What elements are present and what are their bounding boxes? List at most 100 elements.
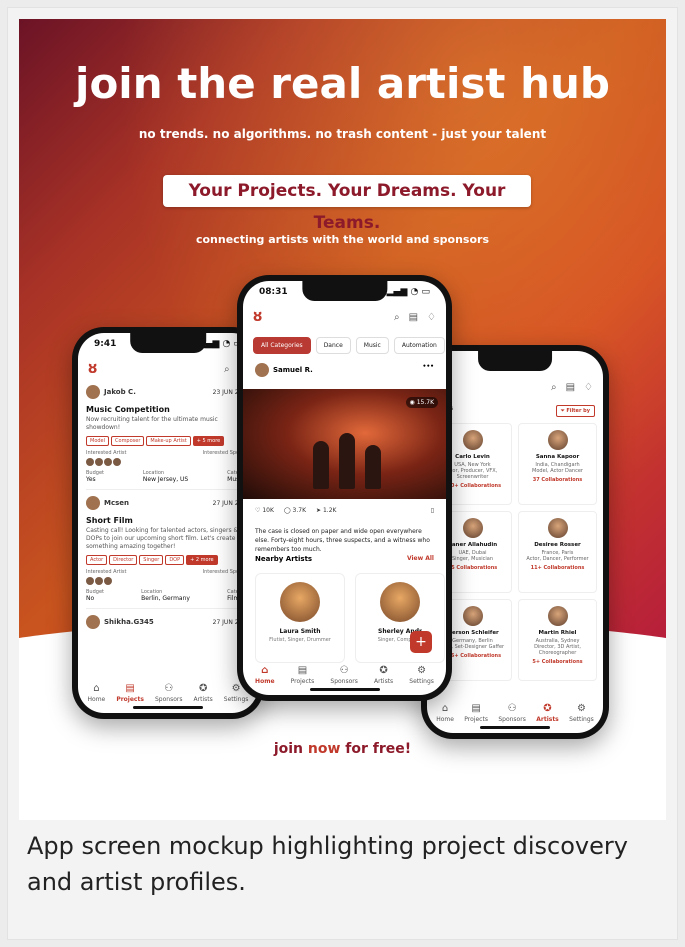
project-card[interactable]: Mcsen 27 JUN 2025 Short Film Casting call… [86,496,250,609]
view-count: ◉ 15.7K [405,397,438,408]
more-tags-button[interactable]: + 5 more [192,436,225,446]
cta-text[interactable]: join now for free! [19,741,666,757]
like-button[interactable]: ♡ 10K [255,507,274,514]
app-bar: ⌕ ▤ ♢ [437,377,593,397]
bell-icon[interactable]: ♢ [427,312,436,323]
slogan-pill: Your Projects. Your Dreams. Your Teams. [163,175,531,233]
add-button[interactable]: + [410,631,432,653]
avatar[interactable] [255,363,269,377]
promo-poster: join the real artist hub no trends. no a… [19,19,666,820]
phone-home-feed: 08:31 ▂▄▆ ◔ ▭ ȣ ⌕ ▤ ♢ All Categories Dance … [237,275,452,701]
artist-card[interactable]: Sanna Kapoor India, Chandigarh Model, Acto… [518,423,597,505]
artist-name: Sanna Kapoor [535,454,580,460]
tab-artists[interactable]: ✪ Artists [374,665,393,685]
author-name: Jakob C. [104,388,136,396]
tab-bar: ⌂ Home ▤ Projects ⚇ Sponsors ✪ Artists ⚙ Sett… [247,655,442,685]
tab-home[interactable]: ⌂ Home [255,665,274,685]
project-list: Jakob C. 23 JUN 2025 Music Competition No… [86,385,250,635]
tab-sponsors[interactable]: ⚇ Sponsors [155,683,182,703]
collab-count: 5+ Collaborations [532,659,583,665]
project-author: Jakob C. [86,385,136,399]
artist-card[interactable]: Desiree Rosser France, Paris Actor, Dancer… [518,511,597,593]
phone-screen: 08:31 ▂▄▆ ◔ ▭ ȣ ⌕ ▤ ♢ All Categories Dance … [243,281,446,695]
tab-projects[interactable]: ▤ Projects [116,683,144,703]
project-card-preview[interactable]: Shikha.G345 27 JUN 2025 [86,615,250,629]
interested-artist-label: Interested Artist [86,450,127,456]
role-tag[interactable]: Composer [111,436,145,446]
headline: join the real artist hub [75,59,610,108]
heart-icon: ♡ [255,507,261,514]
role-tag[interactable]: Singer [139,555,164,565]
post-actions: ♡ 10K ◯ 3.7K ➤ 1.2K ▯ [255,507,434,514]
phone-screen: ⌕ ▤ ♢ rtists⏷ Filter by Carlo LevinUSA, Ne… [427,351,603,733]
award-icon: ✪ [198,683,208,694]
artist-photo [380,582,420,622]
artists-header: rtists⏷ Filter by [435,405,595,417]
role-tag[interactable]: Model [86,436,110,446]
more-tags-button[interactable]: + 2 more [186,555,218,565]
chip-automation[interactable]: Automation [393,337,445,354]
chip-all-categories[interactable]: All Categories [253,337,311,354]
subline: no trends. no algorithms. no trash conte… [138,127,547,141]
notch [301,281,388,301]
role-tag[interactable]: Director [109,555,138,565]
more-options-icon[interactable]: ••• [422,363,434,377]
artist-name: Desiree Rosser [534,542,581,548]
bookmark-icon[interactable]: ▯ [431,507,434,514]
app-bar: ȣ ⌕▤ [88,359,248,379]
artist-role: Model, Actor Dancer [532,468,583,474]
search-icon[interactable]: ⌕ [224,364,230,375]
bell-icon[interactable]: ♢ [584,382,593,393]
artist-card[interactable]: Martin Rhiel Australia, Sydney Director, 3… [518,599,597,681]
tab-bar: ⌂ Home ▤ Projects ⚇ Sponsors ✪ Artists ⚙ Sett… [82,673,254,703]
project-card[interactable]: Jakob C. 23 JUN 2025 Music Competition No… [86,385,250,490]
artist-photo [462,518,483,538]
comment-button[interactable]: ◯ 3.7K [284,507,306,514]
interested-artist-label: Interested Artist [86,569,127,575]
gear-icon: ⚙ [417,665,427,676]
tab-projects[interactable]: ▤ Projects [464,703,488,723]
tab-home[interactable]: ⌂ Home [436,703,454,723]
search-icon[interactable]: ⌕ [551,382,557,393]
award-icon: ✪ [379,665,388,676]
tab-sponsors[interactable]: ⚇ Sponsors [498,703,525,723]
role-tag[interactable]: Actor [86,555,108,565]
budget-value: No [86,595,95,602]
chip-music[interactable]: Music [355,337,389,354]
document-icon: ▤ [125,683,135,694]
comment-icon: ◯ [283,507,291,514]
role-tag[interactable]: DOP [165,555,185,565]
artist-photo [547,606,568,626]
chat-icon[interactable]: ▤ [566,382,575,393]
tab-home[interactable]: ⌂ Home [88,683,106,703]
artist-name: Laura Smith [279,628,321,635]
role-tag[interactable]: Make-up Artist [146,436,191,446]
phone-screen: 9:41▂▄▆ ◔ ▭ ȣ ⌕▤ Jakob C.23 JUN 2025 Mus… [78,333,258,713]
chip-dance[interactable]: Dance [315,337,351,354]
project-desc: Now recruiting talent for the ultimate m… [86,416,218,431]
app-logo-icon[interactable]: ȣ [88,361,97,377]
home-icon: ⌂ [261,665,269,676]
tab-sponsors[interactable]: ⚇ Sponsors [330,665,357,685]
tab-settings[interactable]: ⚙ Settings [569,703,594,723]
tab-artists[interactable]: ✪ Artists [536,703,559,723]
app-logo-icon[interactable]: ȣ [253,309,262,325]
project-title: Short Film [86,516,133,525]
tab-projects[interactable]: ▤ Projects [291,665,315,685]
tab-settings[interactable]: ⚙ Settings [409,665,434,685]
home-icon: ⌂ [441,703,449,714]
artist-card[interactable]: Laura Smith Flutist, Singer, Drummer [255,573,345,663]
chat-icon[interactable]: ▤ [409,312,418,323]
avatar [86,496,100,510]
share-button[interactable]: ➤ 1.2K [316,507,336,514]
post-author[interactable]: Samuel R. [273,366,313,374]
search-icon[interactable]: ⌕ [394,312,400,323]
post-image[interactable]: ◉ 15.7K [243,389,446,499]
view-all-link[interactable]: View All [407,555,434,563]
award-icon: ✪ [543,703,552,714]
tab-artists[interactable]: ✪ Artists [194,683,213,703]
image-caption: App screen mockup highlighting project d… [27,832,628,896]
filter-button[interactable]: ⏷ Filter by [555,405,595,417]
avatar [86,385,100,399]
dancer-figure [313,441,329,489]
